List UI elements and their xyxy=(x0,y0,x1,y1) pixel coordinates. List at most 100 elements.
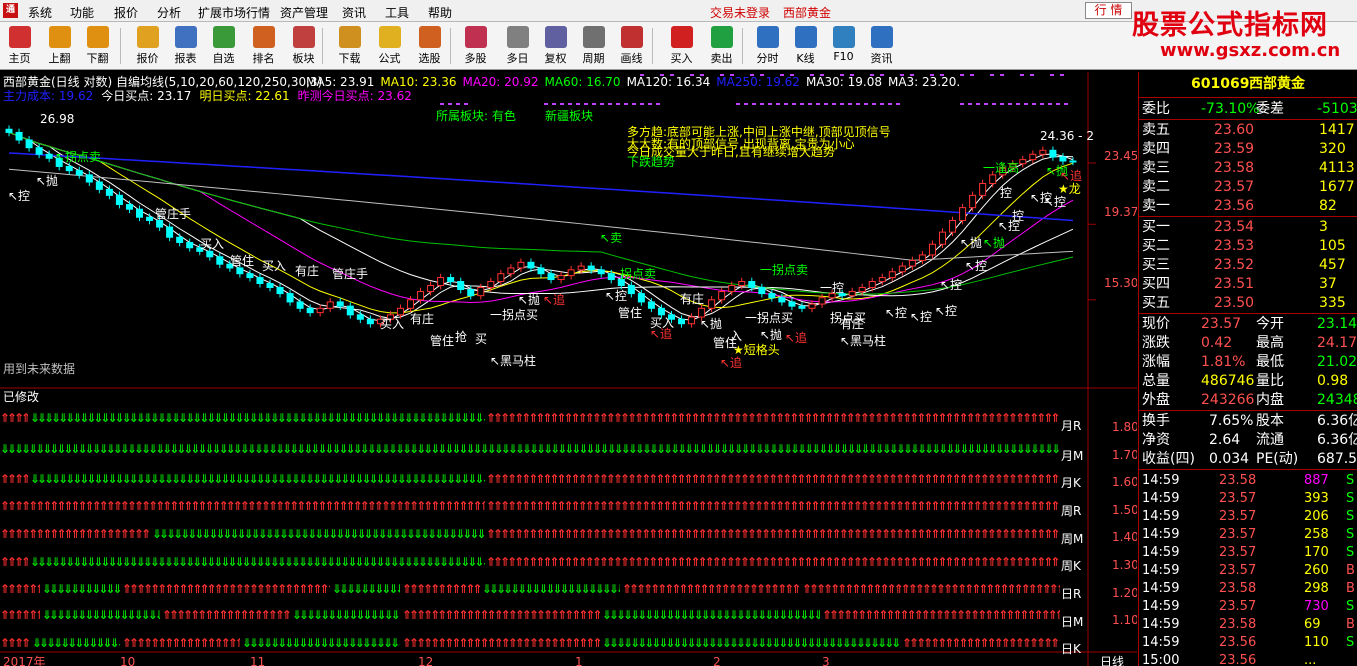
ask-row: 卖三 23.58 4113 xyxy=(1139,159,1357,178)
toolbar-ranking-button[interactable]: 排名 xyxy=(245,24,282,68)
tick-row: 14:59 23.58 69 B xyxy=(1139,616,1357,634)
toolbar-sell-button[interactable]: 卖出 xyxy=(703,24,740,68)
candle-body xyxy=(75,170,83,176)
toolbar-yen-button[interactable]: 报价 xyxy=(129,24,166,68)
candle-body xyxy=(1069,160,1077,163)
signal-dot xyxy=(584,103,588,105)
toolbar-formula-button[interactable]: 公式 xyxy=(371,24,408,68)
sector-icon xyxy=(292,26,315,48)
menu-help[interactable]: 帮助 xyxy=(428,4,452,21)
candle-body xyxy=(738,281,746,286)
ask-row: 卖二 23.57 1677 xyxy=(1139,178,1357,197)
toolbar-multi-stock-button[interactable]: 多股 xyxy=(457,24,494,68)
menu-asset-management[interactable]: 资产管理 xyxy=(280,4,328,21)
current-stock-tab[interactable]: 西部黄金 xyxy=(783,4,831,21)
formula-icon xyxy=(378,26,401,48)
kline-chart[interactable]: 西部黄金(日线 对数) 自编均线(5,10,20,60,120,250,30,3… xyxy=(0,72,1137,666)
toolbar-home-button[interactable]: 主页 xyxy=(1,24,38,68)
candle-body xyxy=(35,147,43,155)
toolbar-buy-button[interactable]: 买入 xyxy=(663,24,700,68)
signal-dot xyxy=(456,103,460,105)
toolbar-separator xyxy=(120,28,121,64)
signal-dot xyxy=(656,103,660,105)
quote-cell: 23.14 xyxy=(1317,316,1357,332)
toolbar-label: 买入 xyxy=(670,52,693,65)
candle-body xyxy=(206,250,214,258)
chart-signal-marker: ↖抛 xyxy=(960,236,983,250)
ma-legend-item: MA10: 23.36 xyxy=(380,75,457,89)
signal-arrow-row: ⇑⇑⇑⇑ xyxy=(0,472,28,486)
toolbar-restore-button[interactable]: 复权 xyxy=(537,24,574,68)
menu-analysis[interactable]: 分析 xyxy=(157,4,181,21)
chart-canvas[interactable] xyxy=(0,72,1137,666)
toolbar-download-button[interactable]: 下载 xyxy=(331,24,368,68)
stat-row: 现价 23.57 今开 23.14 xyxy=(1139,315,1357,334)
stat-row: 总量 486746 量比 0.98 xyxy=(1139,372,1357,391)
sector-label: 所属板块: 有色 xyxy=(436,109,516,123)
chart-signal-marker: 管庄手 xyxy=(332,267,369,281)
candle-body xyxy=(1059,156,1067,162)
menu-function[interactable]: 功能 xyxy=(70,4,94,21)
menu-tools[interactable]: 工具 xyxy=(385,4,409,21)
signal-dot xyxy=(784,103,788,105)
toolbar-draw-line-button[interactable]: 画线 xyxy=(613,24,650,68)
signal-dot xyxy=(792,103,796,105)
quote-cell: 243266 xyxy=(1201,392,1255,408)
toolbar-label: 报价 xyxy=(136,52,159,65)
toolbar-sector-button[interactable]: 板块 xyxy=(285,24,322,68)
signal-dot xyxy=(608,103,612,105)
menu-quote[interactable]: 报价 xyxy=(114,4,138,21)
toolbar-stock-pick-button[interactable]: 选股 xyxy=(411,24,448,68)
draw-line-icon xyxy=(620,26,643,48)
toolbar-f6-button[interactable]: 自选 xyxy=(205,24,242,68)
chart-signal-marker: 一逢高 xyxy=(983,161,1020,175)
tick-row: 14:59 23.57 260 B xyxy=(1139,562,1357,580)
trade-login-status[interactable]: 交易未登录 xyxy=(710,4,770,21)
quote-mode-button[interactable]: 行 情 xyxy=(1085,2,1132,19)
toolbar-news-button[interactable]: 资讯 xyxy=(863,24,900,68)
period-label[interactable]: 日线 xyxy=(1100,655,1124,666)
menu-news[interactable]: 资讯 xyxy=(342,4,366,21)
toolbar-f10-button[interactable]: F10 xyxy=(825,24,862,68)
toolbar-report-button[interactable]: 报表 xyxy=(167,24,204,68)
signal-dot xyxy=(976,103,980,105)
signal-dot xyxy=(768,103,772,105)
bid-row: 买三 23.52 457 xyxy=(1139,256,1357,275)
buy-icon xyxy=(670,26,693,48)
signal-dot xyxy=(872,103,876,105)
signal-dot xyxy=(648,103,652,105)
signal-dot xyxy=(760,103,764,105)
candle-body xyxy=(1039,149,1047,155)
signal-arrow-row: ⇑⇑⇑⇑⇑⇑⇑⇑⇑⇑⇑⇑⇑⇑⇑⇑⇑⇑⇑ xyxy=(122,636,240,650)
signal-dot xyxy=(448,103,452,105)
signal-dot xyxy=(880,103,884,105)
signal-dot xyxy=(560,103,564,105)
buy-point-legend: 主力成本: 19.62 今日买点: 23.17 明日买点: 22.61 昨测今日买点:… xyxy=(3,89,420,103)
toolbar-arrow-down-button[interactable]: 下翻 xyxy=(79,24,116,68)
quote-cell: 243480 xyxy=(1317,392,1357,408)
toolbar-arrow-up-button[interactable]: 上翻 xyxy=(41,24,78,68)
candle-body xyxy=(798,305,806,309)
menu-system[interactable]: 系统 xyxy=(28,4,52,21)
toolbar-label: K线 xyxy=(796,52,815,65)
candle-body xyxy=(146,216,154,221)
candle-body xyxy=(396,307,404,316)
candle-body xyxy=(407,299,415,309)
quote-cell: 卖三 xyxy=(1142,160,1170,176)
quote-cell: 卖五 xyxy=(1142,122,1170,138)
menu-extended-market[interactable]: 扩展市场行情 xyxy=(198,4,270,21)
signal-arrow-row: ⇑⇑⇑⇑ xyxy=(0,411,28,425)
toolbar-label: 公式 xyxy=(378,52,401,65)
toolbar-separator xyxy=(322,28,323,64)
tick-cell: ... xyxy=(1304,653,1317,666)
candle-body xyxy=(868,281,876,288)
toolbar-kline-button[interactable]: K线 xyxy=(787,24,824,68)
toolbar-clock-button[interactable]: 多日 xyxy=(499,24,536,68)
toolbar-f8-button[interactable]: 周期 xyxy=(575,24,612,68)
toolbar-intraday-button[interactable]: 分时 xyxy=(749,24,786,68)
signal-arrow-row: ⇑⇑⇑⇑⇑⇑ xyxy=(0,582,40,596)
signal-note-4: 下跌趋势 xyxy=(627,155,676,169)
signal-dot xyxy=(992,103,996,105)
toolbar-label: 排名 xyxy=(252,52,275,65)
price-tick-3: 15.30 xyxy=(1104,276,1137,290)
